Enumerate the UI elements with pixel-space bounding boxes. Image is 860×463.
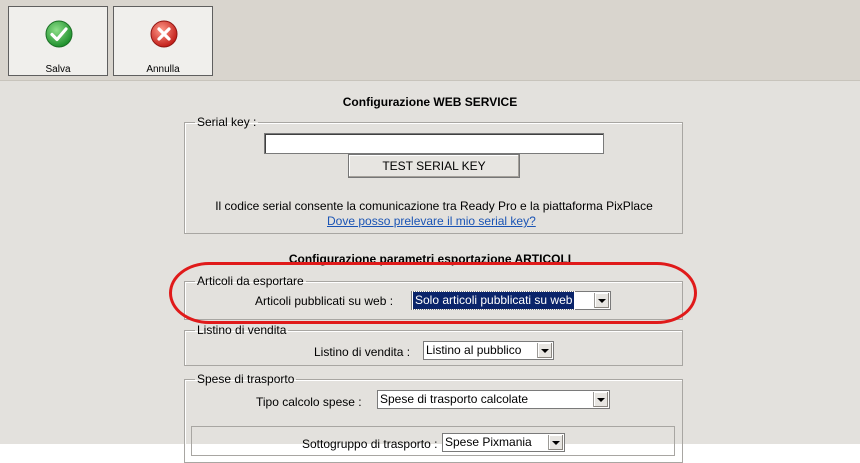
articles-export-legend: Articoli da esportare xyxy=(197,274,304,288)
shipping-type-select[interactable]: Spese di trasporto calcolate xyxy=(377,390,610,409)
shipping-type-label: Tipo calcolo spese : xyxy=(256,395,362,409)
cancel-button[interactable]: Annulla xyxy=(113,6,213,76)
config-panel: Configurazione WEB SERVICE Serial key : … xyxy=(0,81,860,463)
articles-published-select[interactable]: Solo articoli pubblicati su web xyxy=(411,291,611,310)
page-title: Configurazione WEB SERVICE xyxy=(342,95,518,109)
price-list-legend: Listino di vendita xyxy=(197,323,287,337)
save-label: Salva xyxy=(45,64,71,75)
checkmark-icon xyxy=(45,20,73,48)
chevron-down-icon[interactable] xyxy=(594,293,609,308)
price-list-select[interactable]: Listino al pubblico xyxy=(423,341,554,360)
articles-published-label: Articoli pubblicati su web : xyxy=(255,294,394,308)
toolbar: Salva Annulla xyxy=(0,0,860,81)
serial-key-input[interactable] xyxy=(264,133,604,154)
shipping-subgroup-select[interactable]: Spese Pixmania xyxy=(442,433,565,452)
serial-help-link[interactable]: Dove posso prelevare il mio serial key? xyxy=(327,214,536,228)
close-icon xyxy=(150,20,178,48)
shipping-subgroup-label: Sottogruppo di trasporto : xyxy=(302,437,438,451)
price-list-label: Listino di vendita : xyxy=(314,345,411,359)
save-button[interactable]: Salva xyxy=(8,6,108,76)
serial-key-legend: Serial key : xyxy=(197,115,257,129)
shipping-subgroup-value: Spese Pixmania xyxy=(445,435,532,449)
shipping-legend: Spese di trasporto xyxy=(197,372,295,386)
serial-info-text: Il codice serial consente la comunicazio… xyxy=(215,199,653,213)
chevron-down-icon[interactable] xyxy=(593,392,608,407)
articles-section-title: Configurazione parametri esportazione AR… xyxy=(288,252,572,266)
shipping-type-value: Spese di trasporto calcolate xyxy=(380,392,529,406)
cancel-label: Annulla xyxy=(146,64,180,75)
articles-published-value: Solo articoli pubblicati su web xyxy=(411,291,576,310)
price-list-value: Listino al pubblico xyxy=(426,343,522,357)
test-serial-key-button[interactable]: TEST SERIAL KEY xyxy=(348,154,520,178)
chevron-down-icon[interactable] xyxy=(548,435,563,450)
chevron-down-icon[interactable] xyxy=(537,343,552,358)
